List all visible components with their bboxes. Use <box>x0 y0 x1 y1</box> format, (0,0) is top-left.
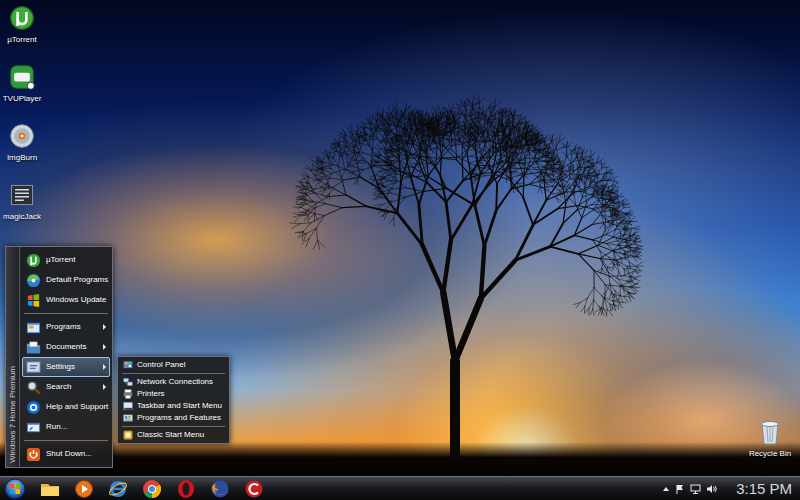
submenu-arrow-icon[interactable] <box>103 344 106 350</box>
start-menu-item-label[interactable]: Run... <box>46 422 67 432</box>
start-menu-items: µTorrent Default Programs Windows Update Pr… <box>20 247 112 467</box>
desktop-icon-label[interactable]: µTorrent <box>7 35 37 45</box>
start-menu-item-label[interactable]: Shut Down... <box>46 449 92 459</box>
taskbar: 3:15 PM <box>0 476 800 500</box>
volume-icon[interactable] <box>706 484 717 494</box>
search-icon[interactable] <box>26 380 41 395</box>
default-programs-icon[interactable] <box>26 273 41 288</box>
start-menu-item-label[interactable]: Search <box>46 382 71 392</box>
start-button[interactable] <box>0 477 30 500</box>
system-tray: 3:15 PM <box>662 479 792 499</box>
submenu-item[interactable]: Taskbar and Start Menu <box>120 400 227 412</box>
submenu-item[interactable]: Control Panel <box>120 359 227 371</box>
internet-explorer-icon[interactable] <box>108 479 128 499</box>
menu-separator <box>24 313 108 314</box>
submenu-item[interactable]: Printers <box>120 388 227 400</box>
imgburn-icon[interactable] <box>8 122 36 150</box>
run-icon[interactable] <box>26 420 41 435</box>
submenu-item-label[interactable]: Control Panel <box>137 360 185 370</box>
taskbar-icon[interactable] <box>123 401 133 411</box>
ccleaner-icon[interactable] <box>244 479 264 499</box>
start-menu-item-label[interactable]: Settings <box>46 362 75 372</box>
submenu-item-label[interactable]: Printers <box>137 389 165 399</box>
recycle-bin-label[interactable]: Recycle Bin <box>749 449 791 459</box>
start-menu-item-label[interactable]: Programs <box>46 322 81 332</box>
desktop-icon[interactable]: µTorrent <box>0 4 44 45</box>
desktop-icon-label[interactable]: magicJack <box>3 212 41 222</box>
start-menu-item[interactable]: Documents <box>22 337 110 357</box>
settings-icon[interactable] <box>26 360 41 375</box>
clock[interactable]: 3:15 PM <box>736 479 792 499</box>
network-icon[interactable] <box>123 377 133 387</box>
folder-icon[interactable] <box>40 479 60 499</box>
show-hidden-icons-icon[interactable] <box>662 485 670 493</box>
desktop: µTorrent TVUPlayer ImgBurn magicJack Recycl… <box>0 0 800 500</box>
recycle-bin-icon[interactable] <box>757 418 783 446</box>
submenu-item[interactable]: Programs and Features <box>120 412 227 424</box>
submenu-arrow-icon[interactable] <box>103 324 106 330</box>
submenu-item[interactable]: Network Connections <box>120 376 227 388</box>
start-menu-item[interactable]: µTorrent <box>22 250 110 270</box>
utorrent-icon[interactable] <box>8 4 36 32</box>
submenu-item-label[interactable]: Taskbar and Start Menu <box>137 401 222 411</box>
start-menu-item-label[interactable]: Help and Support <box>46 402 108 412</box>
submenu-item-label[interactable]: Network Connections <box>137 377 213 387</box>
menu-separator <box>122 373 225 374</box>
start-menu-item[interactable]: Shut Down... <box>22 444 110 464</box>
start-menu-item[interactable]: Search <box>22 377 110 397</box>
settings-submenu: Control Panel Network Connections Printers… <box>117 356 230 444</box>
start-menu-item-label[interactable]: Documents <box>46 342 86 352</box>
start-menu-item[interactable]: Default Programs <box>22 270 110 290</box>
desktop-icons: µTorrent TVUPlayer ImgBurn magicJack <box>0 4 44 222</box>
start-menu-item-label[interactable]: Windows Update <box>46 295 106 305</box>
desktop-icon[interactable]: TVUPlayer <box>0 63 44 104</box>
start-menu-item[interactable]: Run... <box>22 417 110 437</box>
programs-icon[interactable] <box>26 320 41 335</box>
menu-separator <box>24 440 108 441</box>
control-panel-icon[interactable] <box>123 360 133 370</box>
banner-text: Windows 7 Home Premium <box>7 366 18 463</box>
start-menu-item[interactable]: Windows Update <box>22 290 110 310</box>
start-menu-item[interactable]: Settings <box>22 357 110 377</box>
help-icon[interactable] <box>26 400 41 415</box>
desktop-icon[interactable]: ImgBurn <box>0 122 44 163</box>
network-icon[interactable] <box>690 484 701 494</box>
start-menu-item-label[interactable]: Default Programs <box>46 275 108 285</box>
classic-start-menu-icon[interactable] <box>123 430 133 440</box>
windows-update-icon[interactable] <box>26 293 41 308</box>
action-center-flag-icon[interactable] <box>675 484 685 494</box>
windows-orb-icon[interactable] <box>4 478 26 500</box>
chrome-icon[interactable] <box>142 479 162 499</box>
programs-features-icon[interactable] <box>123 413 133 423</box>
ground <box>0 442 800 476</box>
start-menu-item[interactable]: Help and Support <box>22 397 110 417</box>
submenu-arrow-icon[interactable] <box>103 364 106 370</box>
desktop-icon[interactable]: magicJack <box>0 181 44 222</box>
submenu-item[interactable]: Classic Start Menu <box>120 429 227 441</box>
menu-separator <box>122 426 225 427</box>
tvuplayer-icon[interactable] <box>8 63 36 91</box>
desktop-icon-label[interactable]: TVUPlayer <box>3 94 42 104</box>
documents-icon[interactable] <box>26 340 41 355</box>
utorrent-icon[interactable] <box>26 253 41 268</box>
recycle-bin-area: Recycle Bin <box>742 418 798 459</box>
recycle-bin[interactable]: Recycle Bin <box>742 418 798 459</box>
start-menu-banner: Windows 7 Home Premium <box>6 247 20 467</box>
start-menu-item[interactable]: Programs <box>22 317 110 337</box>
submenu-arrow-icon[interactable] <box>103 384 106 390</box>
opera-icon[interactable] <box>176 479 196 499</box>
desktop-icon-label[interactable]: ImgBurn <box>7 153 37 163</box>
shut-down-icon[interactable] <box>26 447 41 462</box>
magicjack-icon[interactable] <box>8 181 36 209</box>
submenu-item-label[interactable]: Programs and Features <box>137 413 221 423</box>
start-menu: Windows 7 Home Premium µTorrent Default Pr… <box>5 246 113 468</box>
pinned-apps <box>40 479 264 499</box>
firefox-icon[interactable] <box>210 479 230 499</box>
start-menu-item-label[interactable]: µTorrent <box>46 255 76 265</box>
media-player-icon[interactable] <box>74 479 94 499</box>
printer-icon[interactable] <box>123 389 133 399</box>
submenu-item-label[interactable]: Classic Start Menu <box>137 430 204 440</box>
